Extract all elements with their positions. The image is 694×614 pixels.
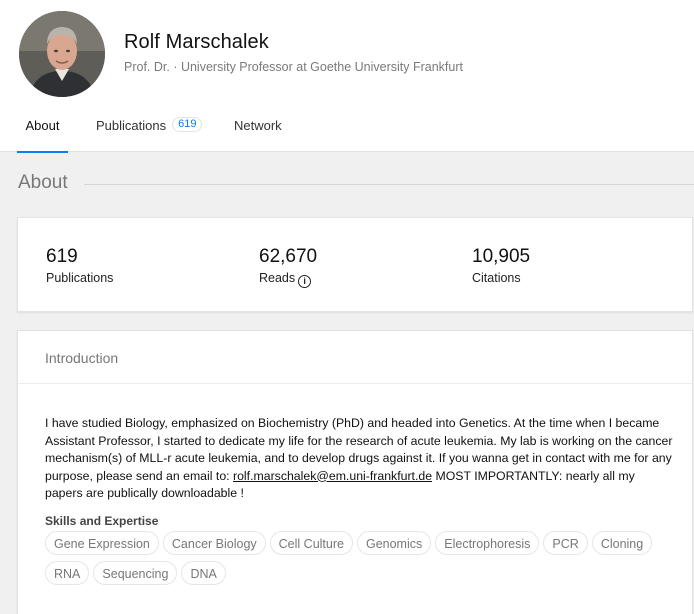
tab-about[interactable]: About: [17, 104, 68, 153]
skill-tag-electrophoresis[interactable]: Electrophoresis: [435, 531, 540, 555]
profile-name: Rolf Marschalek: [124, 31, 269, 53]
introduction-card: Introduction I have studied Biology, emp…: [17, 330, 694, 614]
skill-tag-genomics[interactable]: Genomics: [356, 531, 432, 555]
profile-subtitle: Prof. Dr. · University Professor at Goet…: [124, 60, 463, 74]
profile-header: Rolf Marschalek Prof. Dr. · University P…: [0, 0, 694, 153]
skills-list: Gene Expression Cancer Biology Cell Cultur…: [45, 531, 685, 591]
section-divider: [84, 184, 694, 185]
skill-tag-cell-culture[interactable]: Cell Culture: [269, 531, 353, 555]
stat-reads-label-row: Reads i: [259, 271, 317, 288]
avatar-photo: [19, 11, 105, 97]
stat-publications-label: Publications: [46, 271, 114, 285]
stat-publications[interactable]: 619 Publications: [46, 246, 113, 285]
avatar[interactable]: [19, 11, 105, 97]
stat-citations[interactable]: 10,905 Citations: [472, 246, 530, 285]
stat-reads-value: 62,670: [259, 246, 318, 267]
skill-tag-dna[interactable]: DNA: [181, 561, 226, 585]
publications-count-badge: 619: [172, 117, 203, 132]
skill-tag-pcr[interactable]: PCR: [543, 531, 588, 555]
skill-tag-gene-expression[interactable]: Gene Expression: [45, 531, 159, 555]
email-link[interactable]: rolf.marschalek@em.uni-frankfurt.de: [233, 469, 432, 483]
skill-tag-rna[interactable]: RNA: [45, 561, 90, 585]
introduction-title: Introduction: [45, 350, 119, 366]
introduction-divider: [18, 383, 694, 384]
tab-network[interactable]: Network: [234, 104, 282, 152]
section-title: About: [18, 172, 68, 193]
skill-tag-cancer-biology[interactable]: Cancer Biology: [162, 531, 266, 555]
stat-citations-value: 10,905: [472, 246, 531, 267]
tab-publications[interactable]: Publications 619: [96, 104, 203, 152]
tab-about-label: About: [25, 118, 60, 133]
stat-reads-label: Reads: [259, 271, 296, 285]
profile-tabs: About Publications 619 Network: [0, 104, 694, 153]
stat-reads: 62,670 Reads i: [259, 246, 317, 288]
tab-publications-label: Publications: [96, 118, 167, 133]
stats-card: 619 Publications 62,670 Reads i 10,905 Ci…: [17, 217, 693, 312]
info-icon[interactable]: i: [298, 275, 312, 288]
introduction-text: I have studied Biology, emphasized on Bi…: [45, 415, 675, 503]
tab-network-label: Network: [234, 118, 282, 133]
stat-citations-label: Citations: [472, 271, 521, 285]
stat-publications-value: 619: [46, 246, 78, 267]
skill-tag-sequencing[interactable]: Sequencing: [93, 561, 178, 585]
skill-tag-cloning[interactable]: Cloning: [591, 531, 653, 555]
skills-title: Skills and Expertise: [45, 514, 159, 528]
